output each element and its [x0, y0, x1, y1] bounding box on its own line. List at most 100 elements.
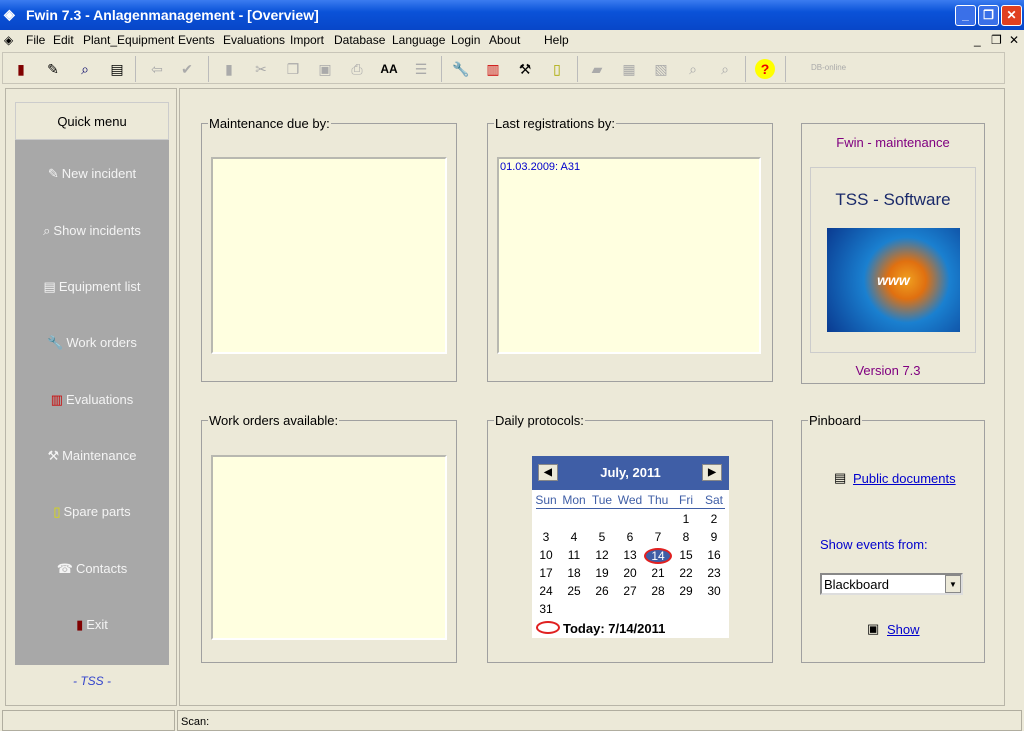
menu-events[interactable]: Events [178, 33, 215, 47]
font-icon[interactable]: AA [379, 59, 399, 79]
calendar-day[interactable]: 15 [672, 548, 700, 562]
window-title: Fwin 7.3 - Anlagenmanagement - [Overview… [26, 7, 319, 23]
minimize-button[interactable]: _ [955, 5, 976, 26]
calendar-day[interactable]: 27 [616, 584, 644, 598]
calendar-day[interactable]: 6 [616, 530, 644, 544]
zoom-out-icon[interactable]: ⌕ [715, 59, 735, 79]
maintenance-icon[interactable]: ⚒ [515, 59, 535, 79]
events-source-select[interactable]: Blackboard ▼ [820, 573, 963, 595]
equipment-list-icon: ▤ [43, 279, 56, 294]
calendar-day[interactable]: 31 [532, 602, 560, 616]
globe-logo: www [827, 228, 960, 332]
quick-maintenance[interactable]: ⚒ Maintenance [15, 448, 169, 464]
menu-file[interactable]: File [26, 33, 45, 47]
quick-evaluations[interactable]: ▥ Evaluations [15, 392, 169, 408]
quick-new-incident[interactable]: ✎ New incident [15, 166, 169, 182]
copy-icon[interactable]: ❐ [283, 59, 303, 79]
calendar-day[interactable]: 11 [560, 548, 588, 562]
work-orders-list[interactable] [211, 455, 447, 640]
prev-month-button[interactable]: ◀ [538, 464, 558, 481]
calendar-day[interactable]: 4 [560, 530, 588, 544]
status-pane-left [2, 710, 175, 731]
calendar-day[interactable]: 28 [644, 584, 672, 598]
show-link[interactable]: Show [887, 622, 920, 637]
paste-icon[interactable]: ▣ [315, 59, 335, 79]
calendar-day[interactable]: 10 [532, 548, 560, 562]
calendar-day[interactable]: 17 [532, 566, 560, 580]
menu-plant-equipment[interactable]: Plant_Equipment [83, 33, 174, 47]
calendar-day[interactable]: 13 [616, 548, 644, 562]
delete-icon[interactable]: ▮ [219, 59, 239, 79]
calendar-day[interactable]: 7 [644, 530, 672, 544]
maintenance-list[interactable] [211, 157, 447, 354]
public-documents-link[interactable]: Public documents [853, 471, 956, 486]
equipment-list-icon[interactable]: ▤ [107, 59, 127, 79]
quick-show-incidents[interactable]: ⌕ Show incidents [15, 223, 169, 239]
menu-database[interactable]: Database [334, 33, 385, 47]
quick-work-orders[interactable]: 🔧 Work orders [15, 335, 169, 351]
calendar-day[interactable]: 21 [644, 566, 672, 580]
zoom-in-icon[interactable]: ⌕ [683, 59, 703, 79]
new-incident-icon[interactable]: ✎ [43, 59, 63, 79]
weekday-sun: Sun [535, 493, 557, 507]
menu-login[interactable]: Login [451, 33, 480, 47]
info-box: TSS - Software www [810, 167, 976, 353]
open-folder-icon[interactable]: ▰ [587, 59, 607, 79]
show-incidents-icon[interactable]: ⌕ [75, 59, 95, 79]
calendar-day[interactable]: 8 [672, 530, 700, 544]
import-icon[interactable]: ▧ [651, 59, 671, 79]
undo-icon[interactable]: ⇦ [147, 59, 167, 79]
wrench-icon[interactable]: 🔧 [451, 59, 471, 79]
quick-spare-parts[interactable]: ▯ Spare parts [15, 504, 169, 520]
menu-about[interactable]: About [489, 33, 520, 47]
calendar-day[interactable]: 2 [700, 512, 728, 526]
menu-help[interactable]: Help [544, 33, 569, 47]
calendar-day[interactable]: 9 [700, 530, 728, 544]
calendar-day[interactable]: 30 [700, 584, 728, 598]
close-button[interactable]: ✕ [1001, 5, 1022, 26]
print-icon[interactable]: ⎙ [347, 59, 367, 79]
list-item[interactable]: 01.03.2009: A31 [499, 159, 759, 175]
calendar-day[interactable]: 20 [616, 566, 644, 580]
chevron-down-icon[interactable]: ▼ [945, 575, 961, 593]
chart-icon[interactable]: ▥ [483, 59, 503, 79]
weekday-tue: Tue [591, 493, 613, 507]
menu-edit[interactable]: Edit [53, 33, 74, 47]
calendar-day[interactable]: 23 [700, 566, 728, 580]
calendar-day[interactable]: 24 [532, 584, 560, 598]
calendar-day[interactable]: 5 [588, 530, 616, 544]
mdi-restore-button[interactable]: ❐ [991, 33, 1002, 47]
quick-equipment-list[interactable]: ▤ Equipment list [15, 279, 169, 295]
menu-language[interactable]: Language [392, 33, 445, 47]
calendar-day[interactable]: 29 [672, 584, 700, 598]
quick-exit[interactable]: ▮ Exit [15, 617, 169, 633]
calendar-day[interactable]: 14 [644, 548, 672, 564]
calendar-day[interactable]: 19 [588, 566, 616, 580]
spare-parts-icon[interactable]: ▯ [547, 59, 567, 79]
calendar-day[interactable]: 16 [700, 548, 728, 562]
calendar-day[interactable]: 18 [560, 566, 588, 580]
mdi-minimize-button[interactable]: _ [974, 33, 981, 47]
list-icon[interactable]: ☰ [411, 59, 431, 79]
maximize-button[interactable]: ❐ [978, 5, 999, 26]
exit-door-icon[interactable]: ▮ [11, 59, 31, 79]
calendar-day[interactable]: 22 [672, 566, 700, 580]
check-icon[interactable]: ✔ [177, 59, 197, 79]
cut-icon[interactable]: ✂ [251, 59, 271, 79]
calendar-day[interactable]: 26 [588, 584, 616, 598]
next-month-button[interactable]: ▶ [702, 464, 722, 481]
quick-contacts[interactable]: ☎ Contacts [15, 561, 169, 577]
menu-import[interactable]: Import [290, 33, 324, 47]
menu-evaluations[interactable]: Evaluations [223, 33, 285, 47]
calendar-day[interactable]: 1 [672, 512, 700, 526]
calendar-day[interactable]: 25 [560, 584, 588, 598]
help-icon[interactable]: ? [755, 59, 775, 79]
mdi-close-button[interactable]: ✕ [1009, 33, 1019, 47]
registrations-list[interactable]: 01.03.2009: A31 [497, 157, 761, 354]
calendar[interactable]: July, 2011 ◀ ▶ Sun Mon Tue Wed Thu Fri Sat 123… [532, 456, 729, 638]
today-link[interactable]: Today: 7/14/2011 [563, 621, 665, 636]
calendar-day[interactable]: 12 [588, 548, 616, 562]
calendar-day[interactable]: 3 [532, 530, 560, 544]
version-label: Version 7.3 [855, 363, 921, 378]
export-icon[interactable]: ▦ [619, 59, 639, 79]
